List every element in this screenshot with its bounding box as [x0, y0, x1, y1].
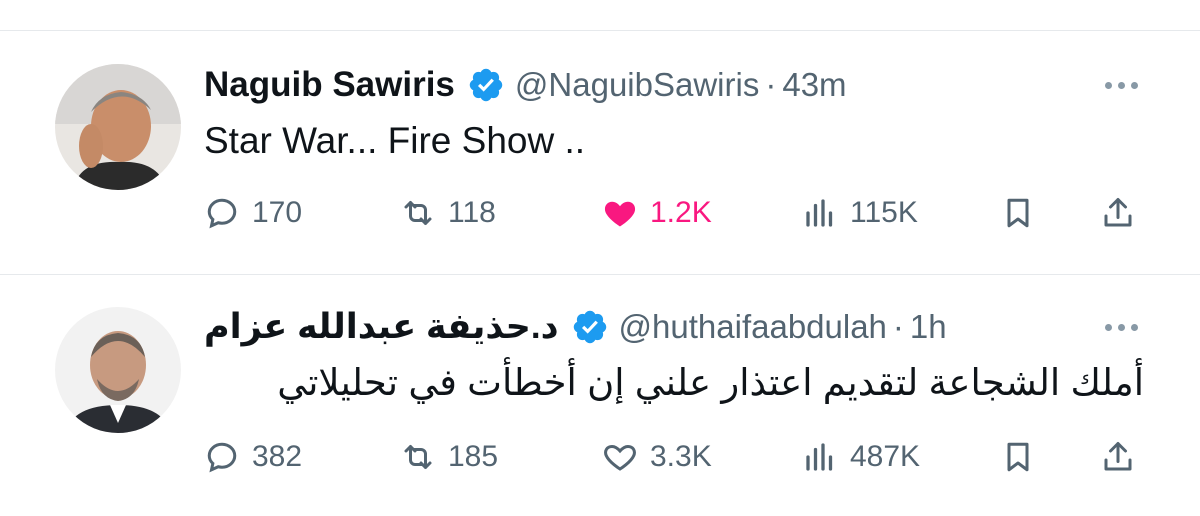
author-name[interactable]: Naguib Sawiris [204, 65, 455, 105]
reply-icon [207, 442, 237, 473]
retweet-button[interactable]: 185 [400, 427, 498, 487]
retweet-count: 118 [448, 196, 496, 229]
reply-button[interactable]: 382 [204, 427, 302, 487]
author-name[interactable]: د.حذيفة عبدالله عزام [204, 307, 559, 347]
like-button[interactable]: 1.2K [602, 183, 712, 243]
avatar[interactable] [55, 307, 181, 433]
tweet-header: Naguib Sawiris @NaguibSawiris · 43m [204, 60, 847, 110]
reply-count: 170 [252, 196, 303, 229]
more-options-icon[interactable] [1105, 302, 1138, 352]
views-count: 487K [850, 440, 921, 473]
retweet-button[interactable]: 118 [400, 183, 496, 243]
bookmark-button[interactable] [1000, 183, 1036, 243]
more-options-icon[interactable] [1105, 60, 1138, 110]
tweet-header: د.حذيفة عبدالله عزام @huthaifaabdulah · … [204, 302, 947, 352]
heart-filled-icon [604, 201, 636, 227]
tweet-text: Star War... Fire Show .. [204, 120, 586, 161]
separator-dot: · [892, 308, 904, 345]
like-count: 1.2K [650, 196, 712, 229]
avatar[interactable] [55, 64, 181, 190]
bookmark-button[interactable] [1000, 427, 1036, 487]
views-button[interactable]: 487K [802, 427, 920, 487]
like-count: 3.3K [650, 440, 712, 473]
verified-badge-icon [573, 310, 606, 344]
separator-dot: · [765, 66, 777, 103]
bookmark-icon [1007, 198, 1029, 228]
retweet-count: 185 [448, 440, 499, 473]
tweet-card[interactable]: Naguib Sawiris @NaguibSawiris · 43m Star… [0, 31, 1200, 271]
like-button[interactable]: 3.3K [602, 427, 712, 487]
share-icon [1104, 442, 1132, 471]
timestamp[interactable]: 43m [782, 66, 846, 104]
action-bar: 170 118 1.2K 115K [200, 183, 1150, 243]
tweet-text: أملك الشجاعة لتقديم اعتذار علني إن أخطأت… [277, 362, 1144, 403]
heart-icon [604, 444, 636, 471]
reply-icon [207, 198, 237, 229]
verified-badge-icon [469, 68, 503, 102]
author-handle[interactable]: @NaguibSawiris [515, 66, 759, 104]
reply-button[interactable]: 170 [204, 183, 302, 243]
action-bar: 382 185 3.3K 487K [200, 427, 1150, 487]
retweet-icon [404, 445, 432, 469]
reply-count: 382 [252, 440, 303, 473]
author-handle[interactable]: @huthaifaabdulah [619, 308, 887, 346]
tweet-card[interactable]: د.حذيفة عبدالله عزام @huthaifaabdulah · … [0, 275, 1200, 515]
share-button[interactable] [1100, 183, 1136, 243]
share-button[interactable] [1100, 427, 1136, 487]
views-count: 115K [850, 196, 918, 229]
analytics-icon [806, 199, 833, 227]
bookmark-icon [1007, 442, 1029, 472]
retweet-icon [404, 201, 432, 225]
views-button[interactable]: 115K [802, 183, 918, 243]
timestamp[interactable]: 1h [910, 308, 947, 346]
analytics-icon [806, 443, 833, 471]
share-icon [1104, 198, 1132, 227]
